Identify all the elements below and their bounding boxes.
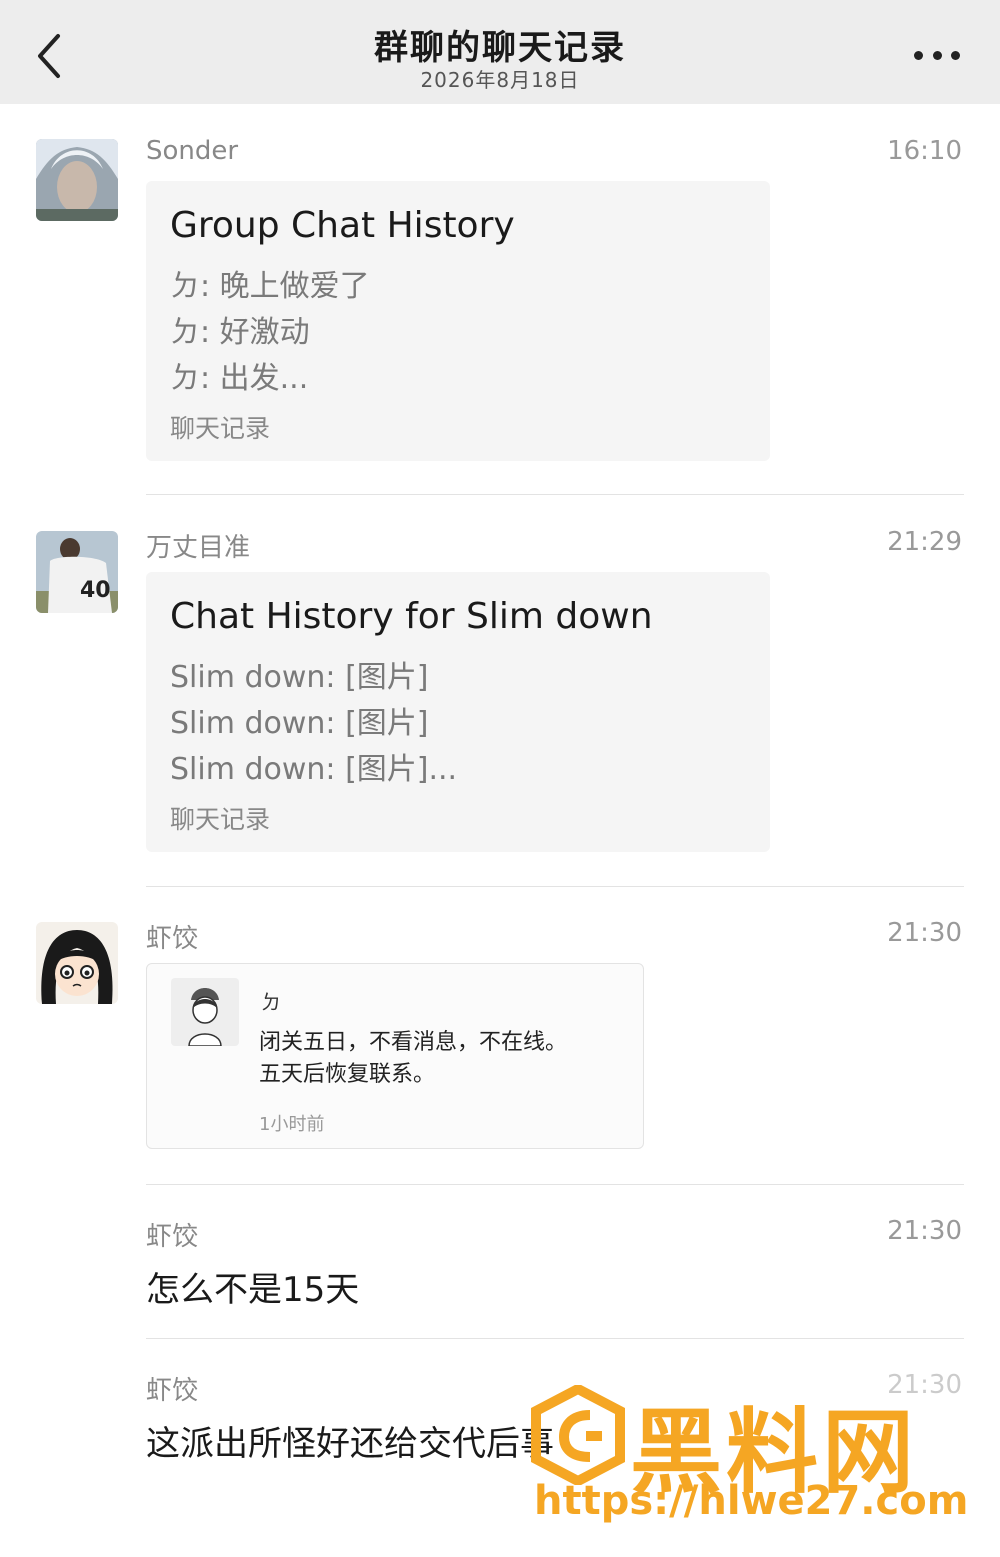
divider <box>146 886 964 887</box>
watermark-url: https://hlwe27.com <box>534 1478 969 1524</box>
message-text: 怎么不是15天 <box>146 1270 360 1310</box>
quote-time: 1小时前 <box>259 1114 325 1135</box>
chat-history-card[interactable]: Group Chat History ㄉ: 晚上做爱了 ㄉ: 好激动 ㄉ: 出发… <box>146 181 770 461</box>
card-line: Slim down: [图片] <box>170 706 429 741</box>
avatar <box>171 978 239 1046</box>
sender-name: 虾饺 <box>146 924 199 954</box>
divider <box>146 1338 964 1339</box>
more-dots-icon <box>914 50 923 60</box>
avatar[interactable] <box>36 922 118 1004</box>
card-line: Slim down: [图片] <box>170 660 429 695</box>
card-footer: 聊天记录 <box>170 414 271 443</box>
page-title: 群聊的聊天记录 <box>374 28 626 68</box>
watermark-logo-icon <box>530 1383 626 1487</box>
sender-name: Sonder <box>146 136 239 166</box>
avatar[interactable] <box>36 139 118 221</box>
divider <box>146 494 964 495</box>
page-date: 2026年8月18日 <box>420 68 580 92</box>
divider <box>146 1184 964 1185</box>
message-time: 21:30 <box>887 1216 962 1246</box>
card-title: Group Chat History <box>170 205 515 246</box>
more-button[interactable] <box>914 46 960 64</box>
card-line: ㄉ: 晚上做爱了 <box>170 269 370 304</box>
card-title: Chat History for Slim down <box>170 596 653 637</box>
message-time: 21:29 <box>887 527 962 557</box>
card-line: Slim down: [图片]... <box>170 752 458 787</box>
quote-text: 五天后恢复联系。 <box>259 1062 436 1087</box>
sender-name: 虾饺 <box>146 1222 199 1252</box>
sender-name: 万丈目准 <box>146 533 251 563</box>
card-line: ㄉ: 出发... <box>170 361 309 396</box>
message-time: 16:10 <box>887 136 962 166</box>
svg-text:40: 40 <box>80 578 111 603</box>
quoted-status-card[interactable]: ㄉ 闭关五日，不看消息，不在线。 五天后恢复联系。 1小时前 <box>146 963 644 1149</box>
top-bar: 群聊的聊天记录 2026年8月18日 <box>0 0 1000 104</box>
quote-name: ㄉ <box>261 990 281 1014</box>
card-footer: 聊天记录 <box>170 805 271 834</box>
sender-name: 虾饺 <box>146 1376 199 1406</box>
message-time: 21:30 <box>887 918 962 948</box>
avatar[interactable]: 40 <box>36 531 118 613</box>
chat-history-card[interactable]: Chat History for Slim down Slim down: [图… <box>146 572 770 852</box>
quote-text: 闭关五日，不看消息，不在线。 <box>259 1030 568 1055</box>
message-text: 这派出所怪好还给交代后事 <box>146 1424 554 1464</box>
card-line: ㄉ: 好激动 <box>170 315 310 350</box>
